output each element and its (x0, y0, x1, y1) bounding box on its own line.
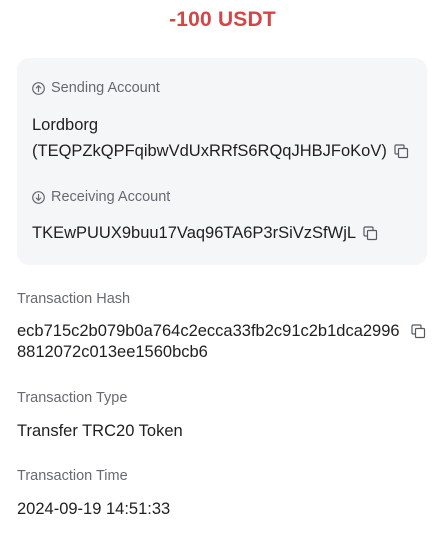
arrow-up-circle-icon (32, 81, 45, 95)
sending-account-address-row: (TEQPZkQPFqibwVdUxRRfS6RQqJHBJFoKoV) (32, 142, 409, 161)
arrow-down-circle-icon (32, 190, 45, 204)
receiving-account-label: Receiving Account (51, 189, 171, 205)
receiving-account-address-row: TKEwPUUX9buu17Vaq96TA6P3rSiVzSfWjL (32, 224, 378, 243)
sending-account-name: Lordborg (32, 116, 99, 134)
account-card: Sending Account Lordborg (TEQPZkQPFqibwV… (17, 58, 427, 265)
receiving-account-label-row: Receiving Account (32, 189, 170, 205)
transaction-hash-value: ecb715c2b079b0a764c2ecca33fb2c91c2b1dca2… (17, 322, 400, 361)
copy-icon[interactable] (394, 144, 409, 159)
transaction-type-label: Transaction Type (17, 390, 128, 406)
copy-icon[interactable] (411, 324, 426, 339)
transaction-hash-label: Transaction Hash (17, 291, 131, 307)
transaction-amount: -100 USDT (169, 8, 276, 31)
sending-account-address: (TEQPZkQPFqibwVdUxRRfS6RQqJHBJFoKoV) (32, 142, 387, 160)
transaction-time-value: 2024-09-19 14:51:33 (17, 500, 171, 518)
transaction-time-label: Transaction Time (17, 468, 128, 484)
copy-icon[interactable] (363, 226, 378, 241)
sending-account-label-row: Sending Account (32, 80, 160, 96)
receiving-account-address: TKEwPUUX9buu17Vaq96TA6P3rSiVzSfWjL (32, 224, 357, 242)
transaction-type-value: Transfer TRC20 Token (17, 422, 183, 440)
sending-account-label: Sending Account (51, 80, 160, 96)
